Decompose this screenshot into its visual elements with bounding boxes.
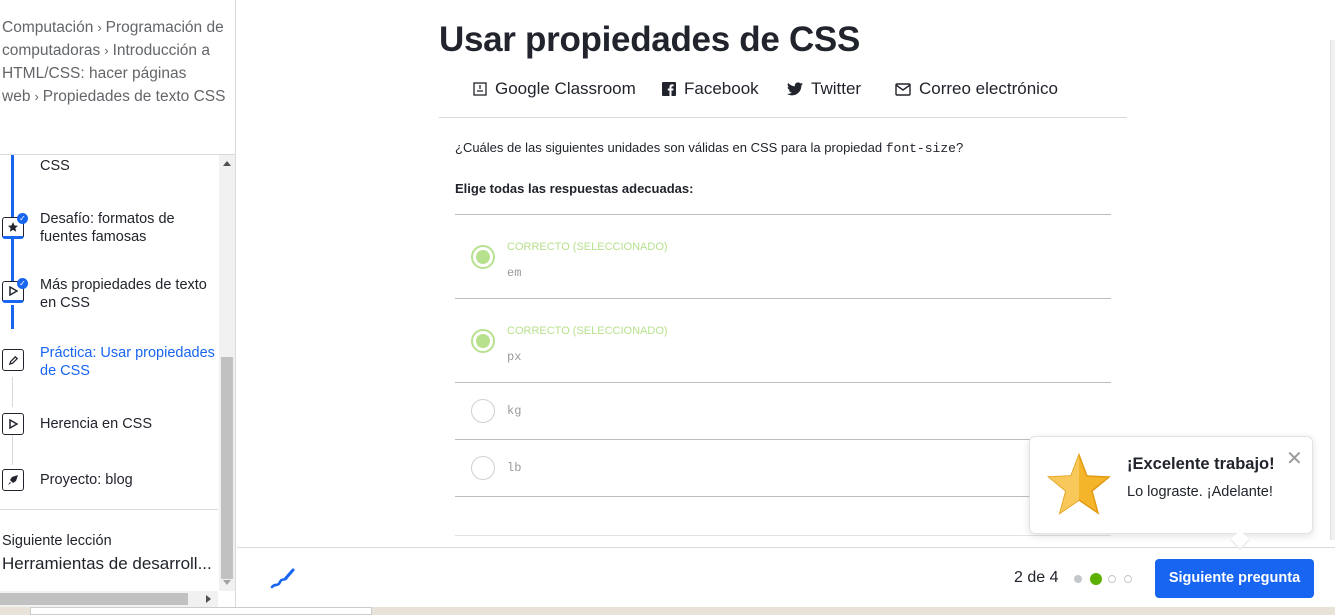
progress-dot-todo	[1124, 575, 1132, 583]
breadcrumb-separator: ›	[97, 20, 102, 35]
sidebar-item-mas-propiedades[interactable]: ✓ Más propiedades de texto en CSS	[0, 275, 218, 319]
question-instruction: Elige todas las respuestas adecuadas:	[455, 181, 694, 196]
rocket-icon	[2, 469, 24, 491]
sidebar-item-label: CSS	[40, 158, 70, 174]
choice-status: CORRECTO (SELECCIONADO)	[507, 241, 668, 253]
choice-value: em	[507, 266, 522, 280]
toast-title: ¡Excelente trabajo!	[1127, 455, 1275, 473]
sidebar-vertical-scrollbar[interactable]	[219, 155, 235, 591]
scrollbar-thumb[interactable]	[0, 593, 188, 605]
toast-message: Lo lograste. ¡Adelante!	[1127, 484, 1273, 500]
share-facebook[interactable]: Facebook	[662, 79, 759, 99]
radio-unselected-icon[interactable]	[471, 399, 495, 423]
choice-value: lb	[507, 461, 522, 475]
choice-em[interactable]: CORRECTO (SELECCIONADO) em	[455, 214, 1111, 298]
google-classroom-icon	[473, 82, 487, 96]
question-prefix: ¿Cuáles de las siguientes unidades son v…	[455, 140, 886, 155]
progress-dot-todo	[1108, 575, 1116, 583]
share-bar: Google Classroom Facebook Twitter Correo…	[439, 75, 1127, 118]
sidebar-item-practica-usar-propiedades[interactable]: Práctica: Usar propiedades de CSS	[0, 343, 218, 387]
radio-unselected-icon[interactable]	[471, 456, 495, 480]
facebook-icon	[662, 82, 676, 96]
content-divider	[455, 535, 1111, 536]
star-icon	[1046, 452, 1112, 523]
next-question-button[interactable]: Siguiente pregunta	[1155, 559, 1314, 598]
check-icon: ✓	[17, 278, 28, 289]
question-text: ¿Cuáles de las siguientes unidades son v…	[455, 140, 963, 156]
radio-selected-icon[interactable]	[471, 245, 495, 269]
scroll-right-icon[interactable]	[206, 595, 211, 603]
taskbar-item[interactable]	[30, 607, 372, 615]
sidebar-item-partial[interactable]: CSS	[0, 155, 218, 179]
choice-lb[interactable]: lb	[455, 439, 1111, 496]
share-label: Correo electrónico	[919, 79, 1058, 98]
sidebar-item-label: Desafío: formatos de fuentes famosas	[40, 211, 175, 245]
choice-status: CORRECTO (SELECCIONADO)	[507, 325, 668, 337]
share-label: Facebook	[684, 79, 759, 98]
sidebar-item-desafio-formatos[interactable]: ✓ Desafío: formatos de fuentes famosas	[0, 207, 218, 251]
page-scrollbar[interactable]	[1330, 40, 1335, 540]
scratchpad-icon[interactable]	[269, 565, 297, 596]
choice-value: px	[507, 350, 522, 364]
sidebar-item-label: Más propiedades de texto en CSS	[40, 277, 207, 311]
sidebar-item-label: Proyecto: blog	[40, 472, 133, 488]
choice-list: CORRECTO (SELECCIONADO) em CORRECTO (SEL…	[455, 214, 1111, 497]
sidebar-item-herencia-css[interactable]: Herencia en CSS	[0, 411, 218, 441]
scroll-down-icon[interactable]	[223, 580, 231, 585]
scrollbar-thumb[interactable]	[221, 357, 233, 579]
choice-kg[interactable]: kg	[455, 382, 1111, 439]
success-toast: ¡Excelente trabajo! Lo lograste. ¡Adelan…	[1029, 436, 1313, 550]
question-progress-text: 2 de 4	[1014, 569, 1059, 586]
share-email[interactable]: Correo electrónico	[895, 79, 1058, 99]
next-lesson-link[interactable]: Herramientas de desarroll...	[2, 554, 212, 574]
page-title: Usar propiedades de CSS	[439, 20, 861, 59]
radio-selected-icon[interactable]	[471, 329, 495, 353]
progress-dot-done	[1074, 575, 1082, 583]
breadcrumb-separator: ›	[34, 89, 39, 104]
sidebar-item-proyecto-blog[interactable]: Proyecto: blog	[0, 467, 218, 497]
progress-dot-current	[1090, 573, 1102, 585]
breadcrumb-item-propiedades-texto[interactable]: Propiedades de texto CSS	[43, 88, 226, 105]
share-twitter[interactable]: Twitter	[787, 79, 861, 99]
share-label: Google Classroom	[495, 79, 636, 98]
lesson-list: CSS ✓ Desafío: formatos de fuentes famos…	[0, 155, 218, 510]
pencil-icon	[2, 349, 24, 371]
close-icon[interactable]: ✕	[1286, 449, 1303, 469]
progress-dots	[1074, 573, 1140, 585]
sidebar: Computación › Programación de computadoras…	[0, 0, 236, 607]
exercise-footer: 2 de 4 Siguiente pregunta	[237, 547, 1335, 607]
sidebar-item-label: Herencia en CSS	[40, 416, 153, 432]
check-icon: ✓	[17, 213, 28, 224]
next-lesson-label: Siguiente lección	[2, 533, 112, 549]
twitter-icon	[787, 82, 803, 96]
scroll-up-icon[interactable]	[223, 161, 231, 166]
share-google-classroom[interactable]: Google Classroom	[473, 79, 636, 99]
breadcrumb-separator: ›	[104, 43, 109, 58]
play-icon	[2, 413, 24, 435]
share-label: Twitter	[811, 79, 862, 98]
taskbar-strip	[0, 607, 1335, 615]
email-icon	[895, 82, 911, 96]
choice-value: kg	[507, 404, 522, 418]
next-lesson-divider	[0, 509, 218, 510]
question-suffix: ?	[955, 140, 964, 155]
sidebar-item-label: Práctica: Usar propiedades de CSS	[40, 345, 215, 379]
breadcrumb-item-computacion[interactable]: Computación	[2, 19, 93, 36]
breadcrumb: Computación › Programación de computadoras…	[2, 16, 230, 108]
choice-px[interactable]: CORRECTO (SELECCIONADO) px	[455, 298, 1111, 382]
app-root: Computación › Programación de computadoras…	[0, 0, 1335, 615]
question-code: font-size	[885, 141, 956, 156]
sidebar-horizontal-scrollbar[interactable]	[0, 591, 218, 607]
choice-list-divider	[455, 496, 1111, 497]
